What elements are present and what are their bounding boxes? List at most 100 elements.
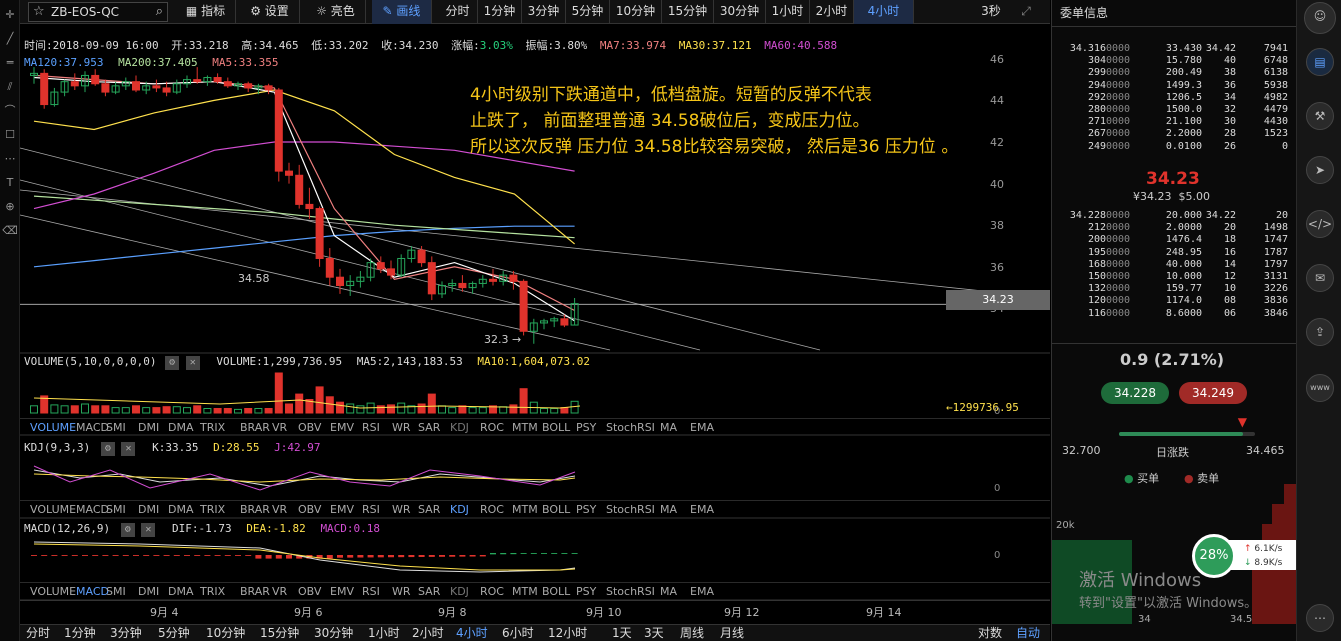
log-scale-toggle[interactable]: 对数 <box>978 626 1002 641</box>
avatar[interactable]: ☺ <box>1304 2 1336 34</box>
bottom-period-tab-5[interactable]: 15分钟 <box>260 626 299 641</box>
indicator-tab-vr[interactable]: VR <box>272 502 287 518</box>
bottom-period-tab-15[interactable]: 月线 <box>720 626 744 641</box>
bottom-period-tab-11[interactable]: 12小时 <box>548 626 587 641</box>
bid-row[interactable]: 195 0000 248.95 16 1787 <box>1062 247 1292 259</box>
indicator-tab-smi[interactable]: SMI <box>106 502 126 518</box>
period-tab-2[interactable]: 3分钟 <box>522 0 566 24</box>
indicator-tab-rsi[interactable]: RSI <box>362 502 380 518</box>
bid-row[interactable]: 34.228 0000 20.000 34.22 20 <box>1062 210 1292 222</box>
bottom-period-tab-10[interactable]: 6小时 <box>502 626 534 641</box>
fullscreen-icon[interactable]: ⤢ <box>1014 0 1038 24</box>
indicator-tab-kdj[interactable]: KDJ <box>450 584 469 600</box>
indicator-tab-dma[interactable]: DMA <box>168 584 194 600</box>
indicator-tab-dmi[interactable]: DMI <box>138 420 159 436</box>
ask-row[interactable]: 280 0000 1500.0 32 4479 <box>1062 104 1292 116</box>
bottom-period-tab-0[interactable]: 分时 <box>26 626 50 641</box>
indicator-tab-brar[interactable]: BRAR <box>240 420 270 436</box>
indicator-tab-kdj[interactable]: KDJ <box>450 502 469 518</box>
indicator-tab-emv[interactable]: EMV <box>330 502 354 518</box>
drawing-tool-9-icon[interactable]: ⌫ <box>2 222 18 240</box>
indicator-tab-wr[interactable]: WR <box>392 584 411 600</box>
indicator-tab-ema[interactable]: EMA <box>690 420 714 436</box>
indicator-tab-macd[interactable]: MACD <box>76 584 109 600</box>
indicator-tab-wr[interactable]: WR <box>392 502 411 518</box>
drawing-tool-4-icon[interactable]: ⌒ <box>2 102 18 120</box>
indicator-tab-boll[interactable]: BOLL <box>542 502 570 518</box>
indicator-tab-emv[interactable]: EMV <box>330 420 354 436</box>
kdj-settings-icon[interactable]: ⚙ <box>100 442 115 456</box>
buy-price-button[interactable]: 34.228 <box>1101 382 1169 404</box>
indicator-tab-sar[interactable]: SAR <box>418 420 440 436</box>
auto-scale-toggle[interactable]: 自动 <box>1016 626 1040 641</box>
indicator-tab-brar[interactable]: BRAR <box>240 584 270 600</box>
bid-row[interactable]: 116 0000 8.6000 06 3846 <box>1062 308 1292 320</box>
indicator-tab-mtm[interactable]: MTM <box>512 502 538 518</box>
drawing-tool-5-icon[interactable]: ☐ <box>2 126 18 144</box>
bottom-period-tab-9[interactable]: 4小时 <box>456 626 488 641</box>
bright-button[interactable]: ☼ 亮色 <box>306 0 366 24</box>
bottom-period-tab-3[interactable]: 5分钟 <box>158 626 190 641</box>
drawing-tool-6-icon[interactable]: ⋯ <box>2 150 18 168</box>
period-tab-4[interactable]: 10分钟 <box>610 0 662 24</box>
kdj-close-icon[interactable]: ✕ <box>121 442 136 456</box>
gavel-icon[interactable]: ⚒ <box>1306 102 1334 130</box>
bottom-period-tab-7[interactable]: 1小时 <box>368 626 400 641</box>
indicator-tab-dma[interactable]: DMA <box>168 502 194 518</box>
indicator-tab-volume[interactable]: VOLUME <box>30 502 76 518</box>
bottom-period-tab-1[interactable]: 1分钟 <box>64 626 96 641</box>
indicator-tab-boll[interactable]: BOLL <box>542 584 570 600</box>
bid-row[interactable]: 212 0000 2.0000 20 1498 <box>1062 222 1292 234</box>
indicator-tab-sar[interactable]: SAR <box>418 502 440 518</box>
ask-row[interactable]: 271 0000 21.100 30 4430 <box>1062 116 1292 128</box>
indicator-tab-obv[interactable]: OBV <box>298 420 321 436</box>
indicator-tab-mtm[interactable]: MTM <box>512 420 538 436</box>
indicator-tab-emv[interactable]: EMV <box>330 584 354 600</box>
refresh-interval[interactable]: 3秒 <box>976 0 1006 24</box>
bottom-period-tab-2[interactable]: 3分钟 <box>110 626 142 641</box>
indicator-tab-rsi[interactable]: RSI <box>362 420 380 436</box>
indicator-tab-brar[interactable]: BRAR <box>240 502 270 518</box>
settings-button[interactable]: ⚙ 设置 <box>240 0 300 24</box>
indicator-tab-trix[interactable]: TRIX <box>200 502 225 518</box>
send-icon[interactable]: ➤ <box>1306 156 1334 184</box>
ask-row[interactable]: 267 0000 2.2000 28 1523 <box>1062 128 1292 140</box>
web-icon[interactable]: www <box>1306 374 1334 402</box>
indicator-tab-smi[interactable]: SMI <box>106 584 126 600</box>
indicator-tab-volume[interactable]: VOLUME <box>30 584 76 600</box>
bid-row[interactable]: 120 0000 1174.0 08 3836 <box>1062 295 1292 307</box>
bottom-period-tab-14[interactable]: 周线 <box>680 626 704 641</box>
bid-row[interactable]: 132 0000 159.77 10 3226 <box>1062 283 1292 295</box>
macd-settings-icon[interactable]: ⚙ <box>120 523 135 537</box>
indicator-tab-rsi[interactable]: RSI <box>362 584 380 600</box>
indicator-tab-stochrsi[interactable]: StochRSI <box>606 584 655 600</box>
indicator-tab-mtm[interactable]: MTM <box>512 584 538 600</box>
indicator-tab-ema[interactable]: EMA <box>690 584 714 600</box>
drawing-tool-0-icon[interactable]: ✛ <box>2 6 18 24</box>
drawing-tool-8-icon[interactable]: ⊕ <box>2 198 18 216</box>
indicator-tab-roc[interactable]: ROC <box>480 502 504 518</box>
indicator-tab-psy[interactable]: PSY <box>576 502 596 518</box>
bottom-period-tab-13[interactable]: 3天 <box>644 626 664 641</box>
indicator-tab-ma[interactable]: MA <box>660 584 677 600</box>
indicator-tab-roc[interactable]: ROC <box>480 420 504 436</box>
ask-row[interactable]: 304 0000 15.780 40 6748 <box>1062 55 1292 67</box>
bottom-period-tab-6[interactable]: 30分钟 <box>314 626 353 641</box>
period-tab-8[interactable]: 2小时 <box>810 0 854 24</box>
indicator-tab-dmi[interactable]: DMI <box>138 584 159 600</box>
volume-close-icon[interactable]: ✕ <box>185 356 200 370</box>
more-icon[interactable]: ⋯ <box>1306 604 1334 632</box>
drawing-tool-1-icon[interactable]: ╱ <box>2 30 18 48</box>
indicator-tab-stochrsi[interactable]: StochRSI <box>606 420 655 436</box>
indicator-tab-dmi[interactable]: DMI <box>138 502 159 518</box>
indicator-tab-wr[interactable]: WR <box>392 420 411 436</box>
indicator-tab-trix[interactable]: TRIX <box>200 420 225 436</box>
bid-row[interactable]: 200 0000 1476.4 18 1747 <box>1062 234 1292 246</box>
indicator-tab-obv[interactable]: OBV <box>298 584 321 600</box>
share-icon[interactable]: ⇪ <box>1306 318 1334 346</box>
indicator-tab-smi[interactable]: SMI <box>106 420 126 436</box>
period-tab-1[interactable]: 1分钟 <box>478 0 522 24</box>
bottom-period-tab-12[interactable]: 1天 <box>612 626 632 641</box>
drawing-tool-3-icon[interactable]: ⫽ <box>2 78 18 96</box>
period-tab-9[interactable]: 4小时 <box>854 0 914 24</box>
